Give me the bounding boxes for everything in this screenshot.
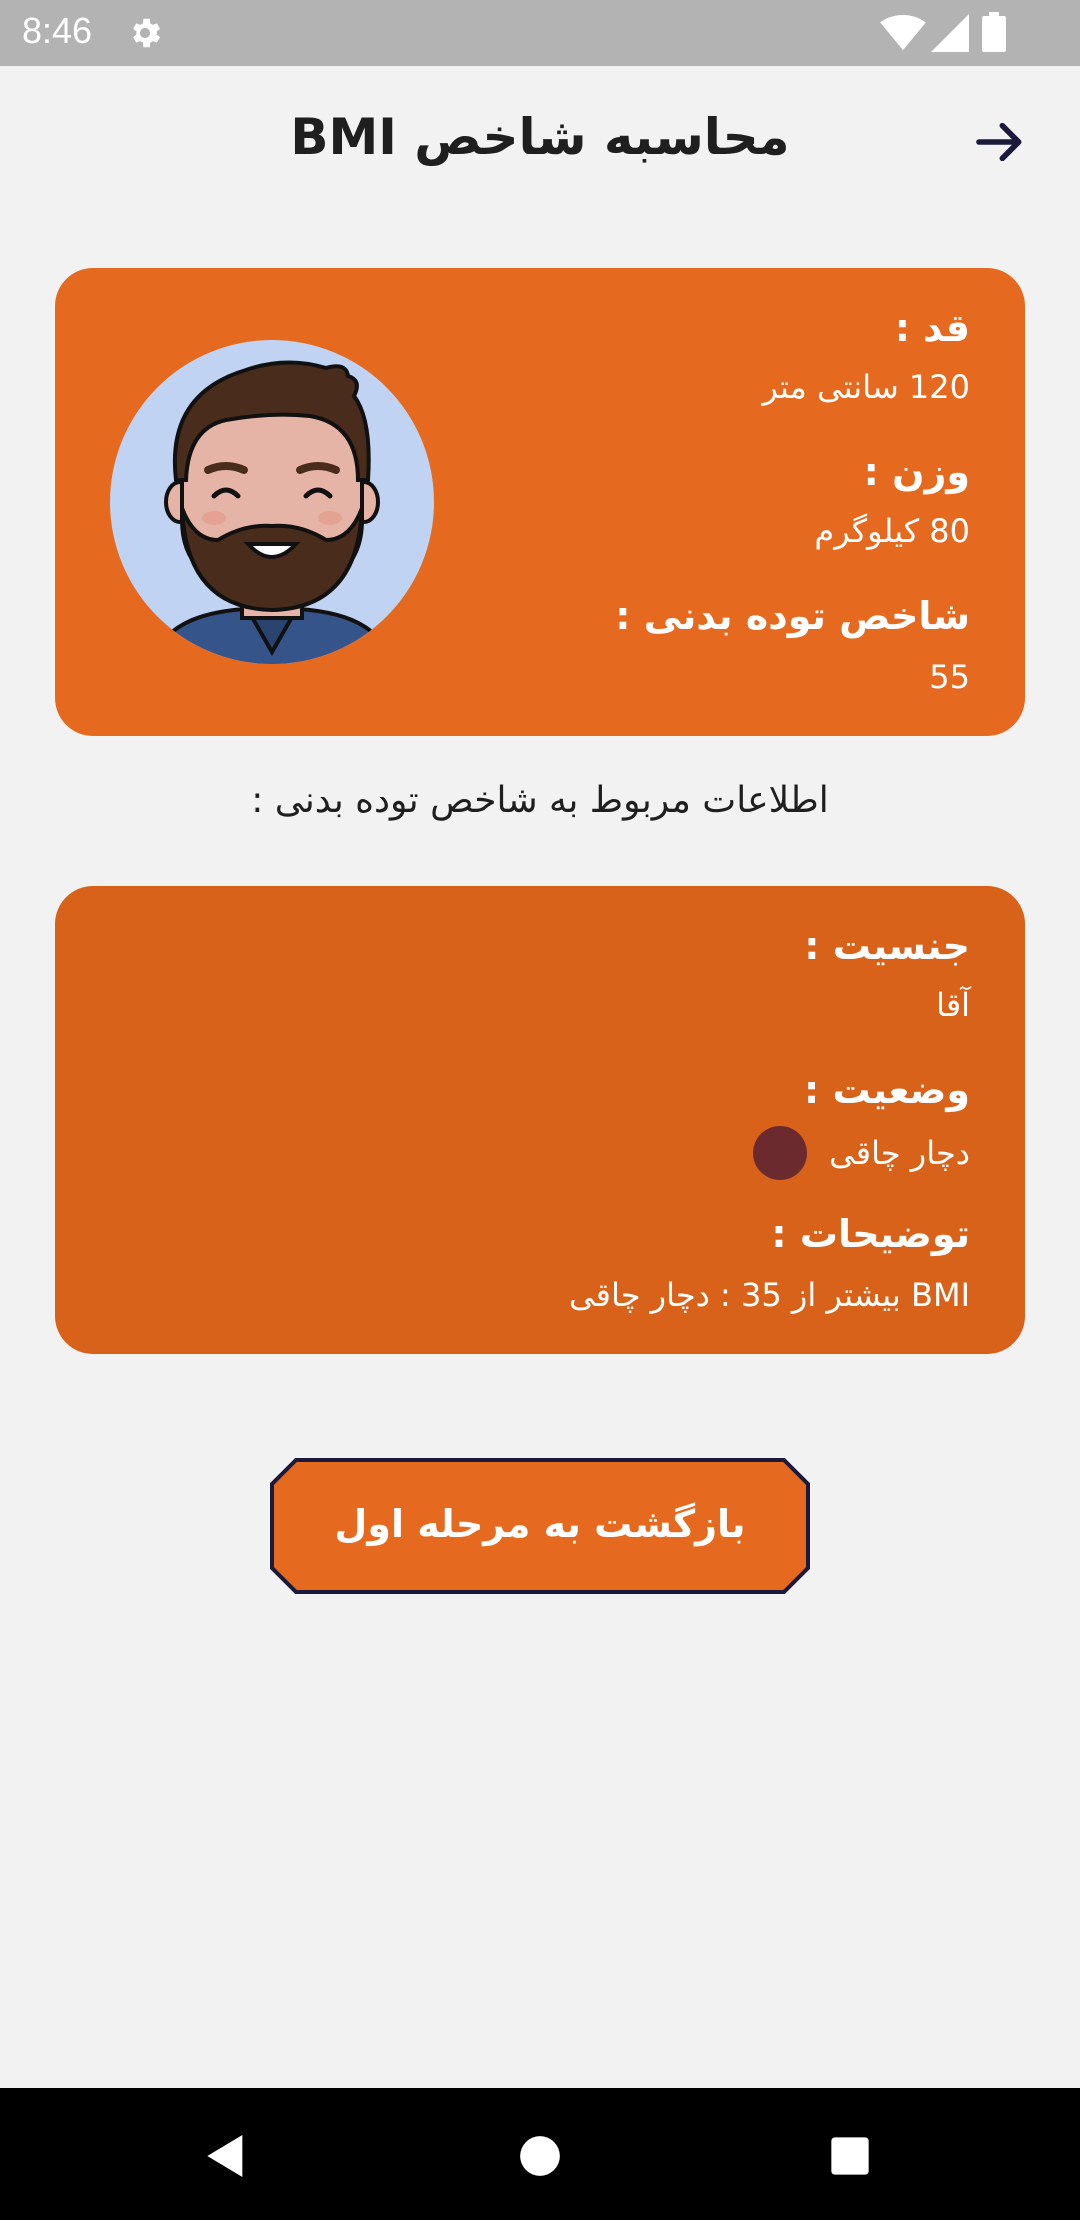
wifi-icon bbox=[880, 14, 926, 51]
bmi-label: شاخص توده بدنی : bbox=[615, 594, 970, 638]
arrow-right-icon[interactable] bbox=[972, 114, 1028, 170]
signal-icon bbox=[931, 14, 969, 52]
description-value: BMI بیشتر از 35 : دچار چاقی bbox=[568, 1276, 970, 1314]
button-label: بازگشت به مرحله اول bbox=[334, 1502, 746, 1546]
height-value: 120 سانتی متر bbox=[762, 368, 970, 406]
info-card: جنسیت : آقا وضعیت : دچار چاقی توضیحات : … bbox=[55, 886, 1025, 1354]
status-value: دچار چاقی bbox=[829, 1134, 970, 1172]
weight-value: 80 کیلوگرم bbox=[814, 512, 970, 550]
battery-icon bbox=[982, 12, 1006, 52]
summary-card: قد : 120 سانتی متر وزن : 80 کیلوگرم شاخص… bbox=[55, 268, 1025, 736]
gender-value: آقا bbox=[936, 986, 970, 1024]
status-label: وضعیت : bbox=[804, 1068, 970, 1112]
status-bar: 8:46 bbox=[0, 0, 1080, 66]
home-circle-icon[interactable] bbox=[512, 2128, 568, 2184]
height-label: قد : bbox=[894, 306, 970, 350]
status-indicator-dot bbox=[753, 1126, 808, 1180]
status-time: 8:46 bbox=[22, 10, 93, 51]
gear-icon bbox=[133, 18, 161, 48]
bearded-man-avatar bbox=[110, 340, 434, 664]
back-triangle-icon[interactable] bbox=[198, 2128, 254, 2184]
page-title: محاسبه شاخص BMI bbox=[290, 108, 790, 166]
back-to-first-step-button[interactable]: بازگشت به مرحله اول bbox=[270, 1458, 810, 1594]
status-row: دچار چاقی bbox=[753, 1126, 970, 1180]
bmi-value: 55 bbox=[929, 658, 970, 696]
system-nav-bar bbox=[0, 2088, 1080, 2220]
recents-square-icon[interactable] bbox=[822, 2128, 878, 2184]
description-label: توضیحات : bbox=[771, 1212, 970, 1256]
app-header: محاسبه شاخص BMI bbox=[0, 66, 1080, 216]
weight-label: وزن : bbox=[863, 450, 970, 494]
bmi-info-heading: اطلاعات مربوط به شاخص توده بدنی : bbox=[251, 780, 829, 821]
gender-label: جنسیت : bbox=[804, 924, 970, 968]
